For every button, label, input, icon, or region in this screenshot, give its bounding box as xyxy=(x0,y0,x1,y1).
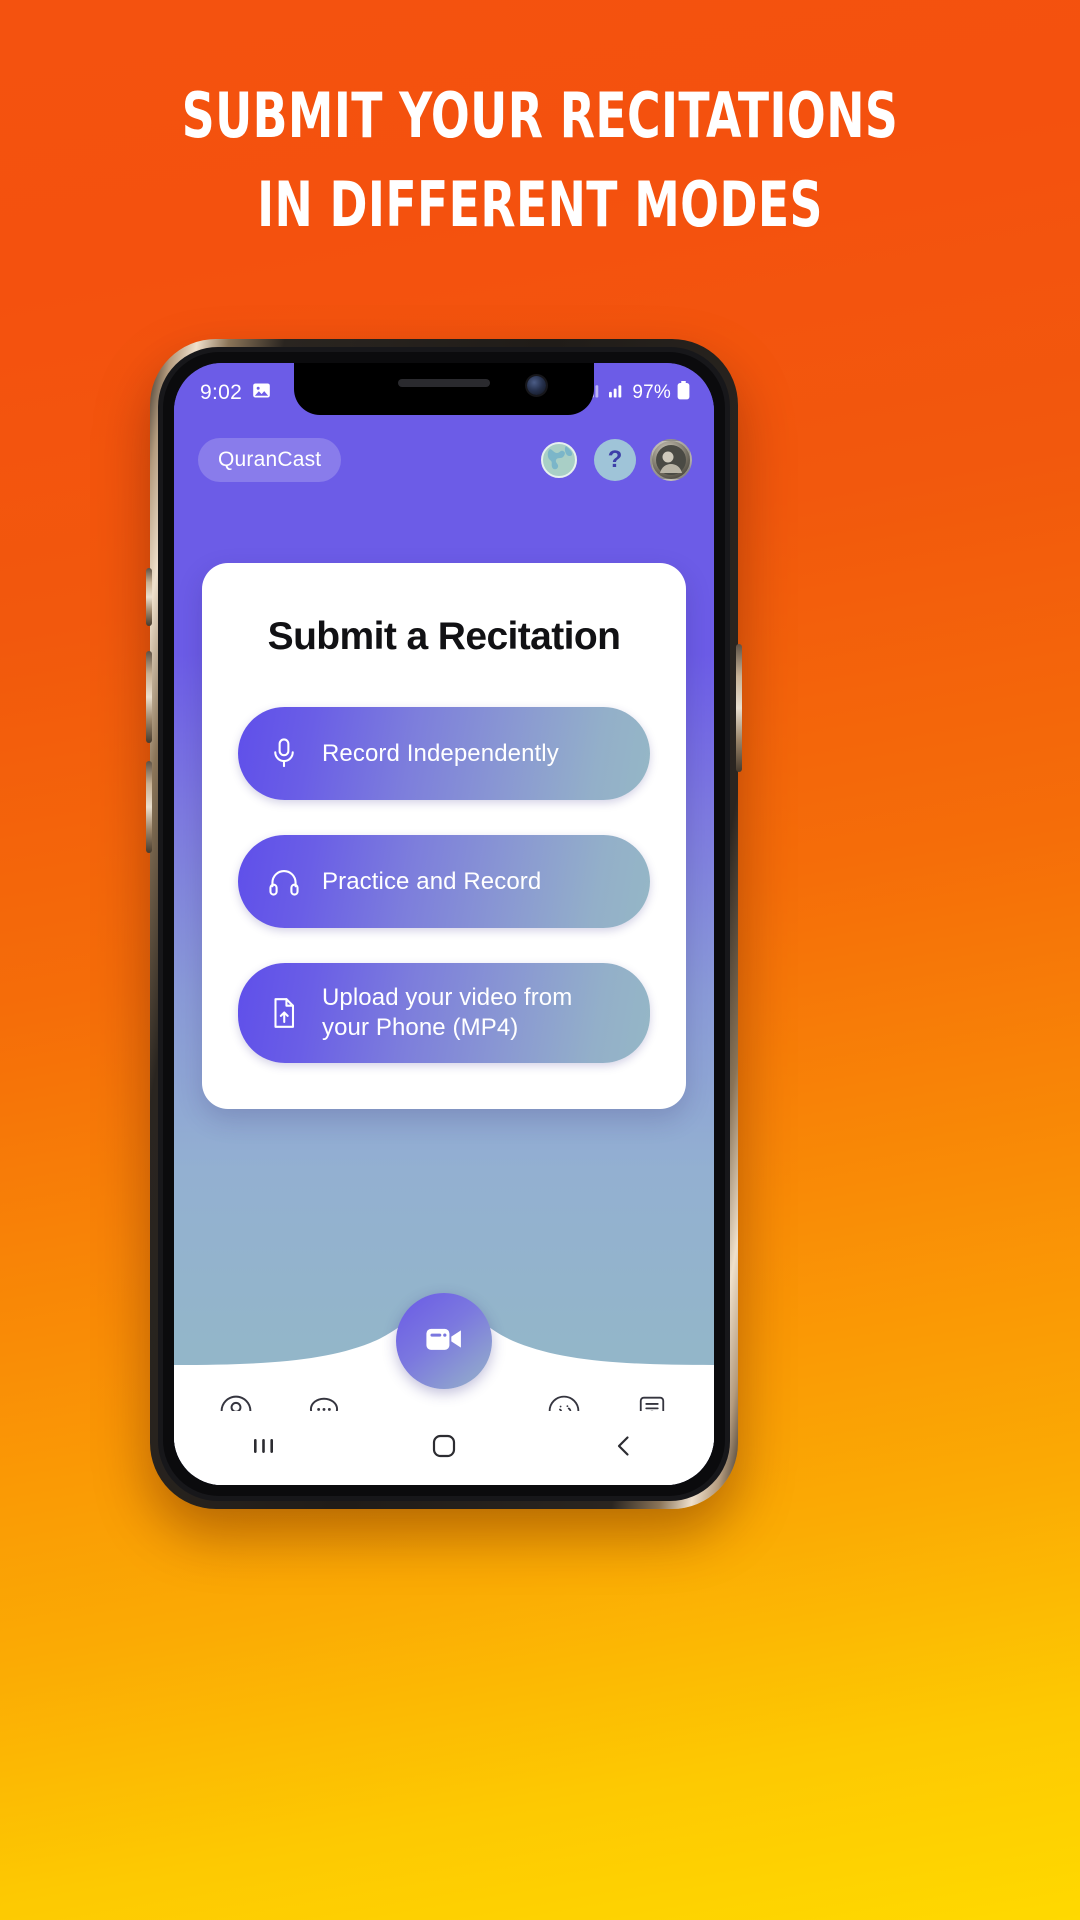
phone-volume-up-button[interactable] xyxy=(146,651,152,743)
video-camera-fab[interactable] xyxy=(396,1293,492,1389)
practice-and-record-button[interactable]: Practice and Record xyxy=(238,835,650,928)
header-icon-group: ? xyxy=(538,439,692,481)
back-button[interactable] xyxy=(579,1423,669,1473)
status-bar-left: 9:02 xyxy=(200,380,272,407)
globe-icon[interactable] xyxy=(538,439,580,481)
status-bar-right: 97% xyxy=(586,380,690,406)
battery-percent-label: 97% xyxy=(632,382,671,403)
phone-power-button[interactable] xyxy=(736,644,742,772)
promo-headline: SUBMIT YOUR RECITATIONS IN DIFFERENT MOD… xyxy=(0,79,1080,241)
page-title: Submit a Recitation xyxy=(267,615,621,658)
home-icon xyxy=(431,1433,457,1464)
submit-recitation-card: Submit a Recitation Record Independently xyxy=(202,563,686,1109)
record-independently-button[interactable]: Record Independently xyxy=(238,707,650,800)
phone-bezel: 9:02 97% QuranCast ? Submit a Recitation… xyxy=(158,347,730,1501)
phone-notch xyxy=(294,363,594,415)
image-icon xyxy=(251,380,272,407)
recents-icon xyxy=(249,1434,279,1463)
practice-and-record-label: Practice and Record xyxy=(322,867,542,895)
phone-side-button-1[interactable] xyxy=(146,568,152,626)
signal-bars-icon-2 xyxy=(609,382,626,404)
recents-button[interactable] xyxy=(219,1423,309,1473)
battery-icon xyxy=(677,380,690,406)
promo-headline-line1: SUBMIT YOUR RECITATIONS xyxy=(181,79,899,152)
promo-headline-line2: IN DIFFERENT MODES xyxy=(257,167,823,241)
avatar[interactable] xyxy=(650,439,692,481)
app-header: QuranCast ? xyxy=(174,425,714,495)
upload-video-label: Upload your video from your Phone (MP4) xyxy=(322,984,573,1041)
headphones-icon xyxy=(264,866,304,898)
help-icon[interactable]: ? xyxy=(594,439,636,481)
app-brand-badge[interactable]: QuranCast xyxy=(198,438,342,482)
home-button[interactable] xyxy=(399,1423,489,1473)
upload-video-button[interactable]: Upload your video from your Phone (MP4) xyxy=(238,963,650,1063)
system-navigation-bar xyxy=(174,1411,714,1485)
phone-inner-bezel: 9:02 97% QuranCast ? Submit a Recitation… xyxy=(163,352,725,1496)
record-independently-label: Record Independently xyxy=(322,739,559,767)
phone-mockup: 9:02 97% QuranCast ? Submit a Recitation… xyxy=(146,339,742,1509)
back-icon xyxy=(611,1433,637,1464)
status-bar-clock: 9:02 xyxy=(200,381,243,404)
microphone-icon xyxy=(264,737,304,771)
front-camera-icon xyxy=(527,376,546,395)
help-icon-glyph: ? xyxy=(607,446,623,473)
file-upload-icon xyxy=(264,996,304,1030)
phone-screen: 9:02 97% QuranCast ? Submit a Recitation… xyxy=(174,363,714,1485)
phone-volume-down-button[interactable] xyxy=(146,761,152,853)
video-camera-icon xyxy=(421,1316,467,1367)
